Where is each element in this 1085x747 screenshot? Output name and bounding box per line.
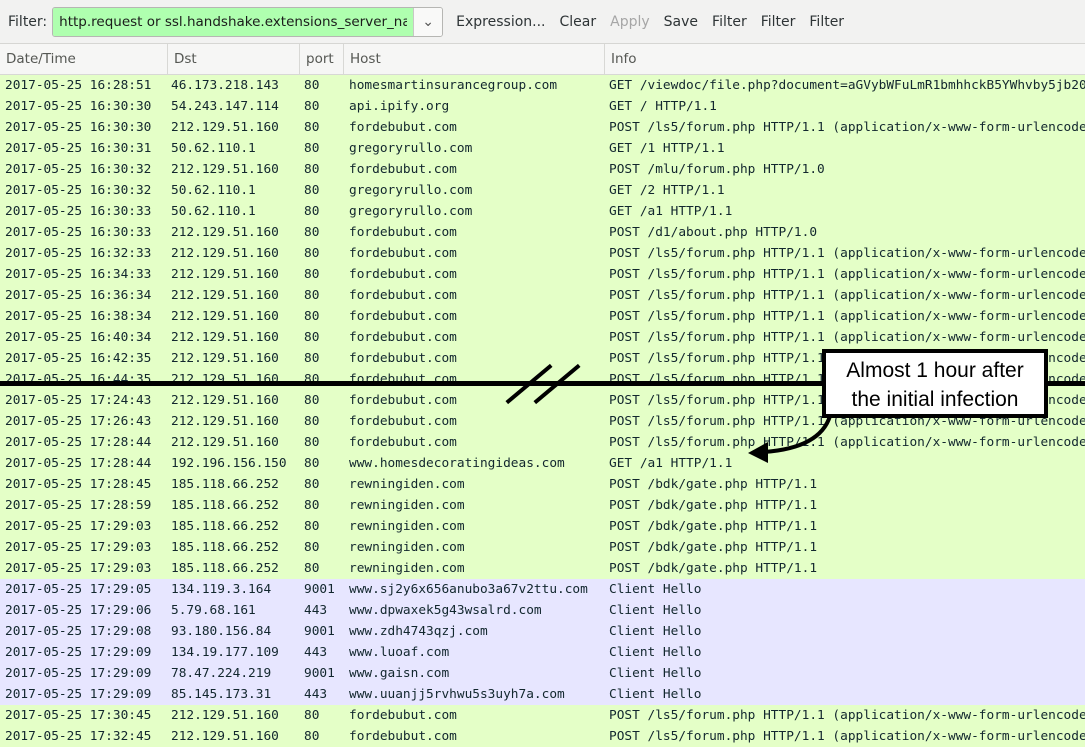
callout-arrow-head — [748, 442, 768, 463]
annotation-line-1: Almost 1 hour after — [846, 359, 1024, 382]
annotation-callout: Almost 1 hour after the initial infectio… — [822, 349, 1048, 418]
annotation-line-2: the initial infection — [851, 388, 1019, 411]
callout-arrow-line — [763, 415, 832, 454]
